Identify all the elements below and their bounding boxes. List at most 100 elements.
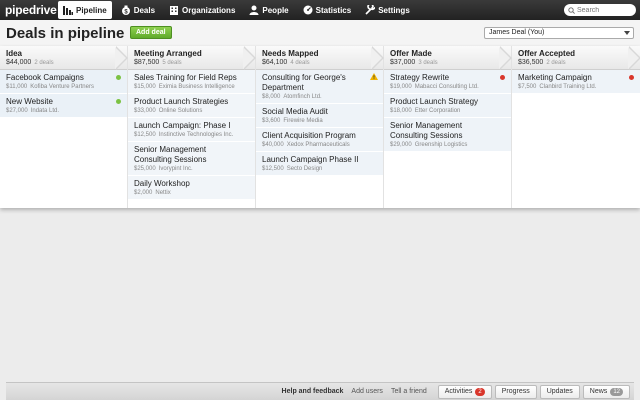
deal-card[interactable]: Launch Campaign Phase II $12,500 Secto De… xyxy=(256,152,383,176)
deal-organization: Kofiba Venture Partners xyxy=(30,84,94,90)
stage-name: Offer Made xyxy=(390,49,432,58)
deal-title: Senior Management Consulting Sessions xyxy=(134,145,207,164)
deal-details: $8,000 Atomfinch Ltd. xyxy=(262,94,322,100)
deal-card[interactable]: Launch Campaign: Phase I $12,500 Instinct… xyxy=(128,118,255,142)
deal-organization: Eximia Business Intelligence xyxy=(158,84,235,90)
deal-organization: Etter Corporation xyxy=(414,108,461,114)
stage-total: $37,000 3 deals xyxy=(390,59,438,66)
search-box[interactable] xyxy=(564,4,636,16)
deal-title: Sales Training for Field Reps xyxy=(134,73,237,82)
stage-column-needs-mapped: Needs Mapped $64,100 4 deals Consulting f… xyxy=(256,46,384,208)
nav-people-label: People xyxy=(262,5,289,15)
stage-deal-count: 2 deals xyxy=(34,60,54,66)
stage-name: Meeting Arranged xyxy=(134,49,202,58)
stage-deal-count: 5 deals xyxy=(162,60,182,66)
deal-card[interactable]: Client Acquisition Program $40,000 Xedox … xyxy=(256,128,383,152)
deal-card[interactable]: Facebook Campaigns $11,000 Kofiba Venture… xyxy=(0,70,127,94)
deal-organization: Indata Ltd. xyxy=(30,108,60,114)
deal-title: Launch Campaign: Phase I xyxy=(134,121,231,130)
deal-card[interactable]: Marketing Campaign $7,500 Clanbird Traini… xyxy=(512,70,640,94)
activities-button[interactable]: Activities 2 xyxy=(437,384,492,399)
nav-pipeline-label: Pipeline xyxy=(76,5,107,15)
nav-people[interactable]: People xyxy=(244,1,293,19)
deal-card[interactable]: Product Launch Strategies $33,000 Online … xyxy=(128,94,255,118)
stage-header: Offer Made $37,000 3 deals xyxy=(384,46,512,70)
nav-statistics-label: Statistics xyxy=(315,5,352,15)
status-dot-green xyxy=(116,75,121,80)
nav-organizations-label: Organizations xyxy=(182,5,236,15)
nav-organizations[interactable]: Organizations xyxy=(164,1,240,19)
stage-deal-count: 2 deals xyxy=(546,60,566,66)
status-dot-green xyxy=(116,99,121,104)
deal-organization: Ivorypint Inc. xyxy=(158,166,193,172)
deal-card[interactable]: Product Launch Strategy $18,000 Etter Cor… xyxy=(384,94,511,118)
nav-statistics[interactable]: Statistics xyxy=(298,1,357,19)
deal-card[interactable]: New Website $27,000 Indata Ltd. xyxy=(0,94,127,118)
deal-card[interactable]: Daily Workshop $2,000 Nettix xyxy=(128,176,255,200)
page-title: Deals in pipeline xyxy=(6,25,125,42)
news-button[interactable]: News 12 xyxy=(582,384,630,399)
add-deal-button[interactable]: Add deal xyxy=(130,26,172,39)
deal-details: $29,000 Greenship Logistics xyxy=(390,142,468,148)
deal-title: Product Launch Strategy xyxy=(390,97,479,106)
user-filter-select[interactable]: James Deal (You) xyxy=(484,27,634,39)
search-input[interactable] xyxy=(577,6,633,14)
stage-arrow xyxy=(243,46,256,70)
deal-card[interactable]: Strategy Rewrite $19,000 Mabacci Consulti… xyxy=(384,70,511,94)
add-users-link[interactable]: Add users xyxy=(351,388,383,395)
deal-card[interactable]: Social Media Audit $3,600 Firewire Media xyxy=(256,104,383,128)
app-logo[interactable]: pipedrive xyxy=(0,3,58,17)
updates-button[interactable]: Updates xyxy=(539,384,580,399)
status-dot-red xyxy=(500,75,505,80)
deal-title: New Website xyxy=(6,97,53,106)
deal-details: $12,500 Secto Design xyxy=(262,166,323,172)
footer-bar: Help and feedback Add users Tell a frien… xyxy=(6,382,634,400)
deal-organization: Firewire Media xyxy=(283,118,323,124)
deal-card[interactable]: Senior Management Consulting Sessions $2… xyxy=(384,118,511,152)
money-bag-icon: $ xyxy=(121,5,131,15)
stage-total: $64,100 4 deals xyxy=(262,59,310,66)
stage-deal-count: 3 deals xyxy=(418,60,438,66)
deal-title: Product Launch Strategies xyxy=(134,97,229,106)
stage-header: Meeting Arranged $87,500 5 deals xyxy=(128,46,256,70)
progress-button[interactable]: Progress xyxy=(494,384,537,399)
activities-label: Activities xyxy=(444,388,473,395)
stage-name: Idea xyxy=(6,49,23,58)
deal-title: Consulting for George's Department xyxy=(262,73,346,92)
help-feedback-link[interactable]: Help and feedback xyxy=(282,388,344,395)
chevron-down-icon xyxy=(624,31,630,35)
deal-details: $11,000 Kofiba Venture Partners xyxy=(6,84,94,90)
user-filter-value: James Deal (You) xyxy=(489,29,545,36)
stage-column-idea: Idea $44,000 2 deals Facebook Campaigns $… xyxy=(0,46,128,208)
main-nav: Pipeline $ Deals Organizations People St… xyxy=(58,0,419,20)
deal-title: Daily Workshop xyxy=(134,179,190,188)
deal-title: Launch Campaign Phase II xyxy=(262,155,359,164)
nav-pipeline[interactable]: Pipeline xyxy=(58,1,112,19)
deal-title: Client Acquisition Program xyxy=(262,131,356,140)
person-icon xyxy=(249,5,259,15)
nav-settings-label: Settings xyxy=(378,5,410,15)
nav-settings[interactable]: Settings xyxy=(360,1,415,19)
stage-header: Idea $44,000 2 deals xyxy=(0,46,128,70)
stage-total: $87,500 5 deals xyxy=(134,59,182,66)
deal-card[interactable]: Senior Management Consulting Sessions $2… xyxy=(128,142,255,176)
stage-arrow xyxy=(628,46,640,70)
stage-arrow xyxy=(115,46,128,70)
tell-friend-link[interactable]: Tell a friend xyxy=(391,388,427,395)
nav-deals[interactable]: $ Deals xyxy=(116,1,160,19)
deal-card[interactable]: Sales Training for Field Reps $15,000 Exi… xyxy=(128,70,255,94)
deal-card[interactable]: Consulting for George's Department $8,00… xyxy=(256,70,383,104)
deal-details: $2,000 Nettix xyxy=(134,190,171,196)
deal-organization: Clanbird Training Ltd. xyxy=(539,84,597,90)
deal-title: Strategy Rewrite xyxy=(390,73,450,82)
stage-arrow xyxy=(499,46,512,70)
deal-organization: Greenship Logistics xyxy=(414,142,468,148)
deal-details: $19,000 Mabacci Consulting Ltd. xyxy=(390,84,479,90)
deal-details: $12,500 Instinctive Technologies Inc. xyxy=(134,132,234,138)
deal-organization: Mabacci Consulting Ltd. xyxy=(414,84,479,90)
deal-details: $3,600 Firewire Media xyxy=(262,118,323,124)
stage-column-meeting-arranged: Meeting Arranged $87,500 5 deals Sales Tr… xyxy=(128,46,256,208)
deal-organization: Nettix xyxy=(155,190,171,196)
stage-total: $44,000 2 deals xyxy=(6,59,54,66)
deal-title: Senior Management Consulting Sessions xyxy=(390,121,463,140)
